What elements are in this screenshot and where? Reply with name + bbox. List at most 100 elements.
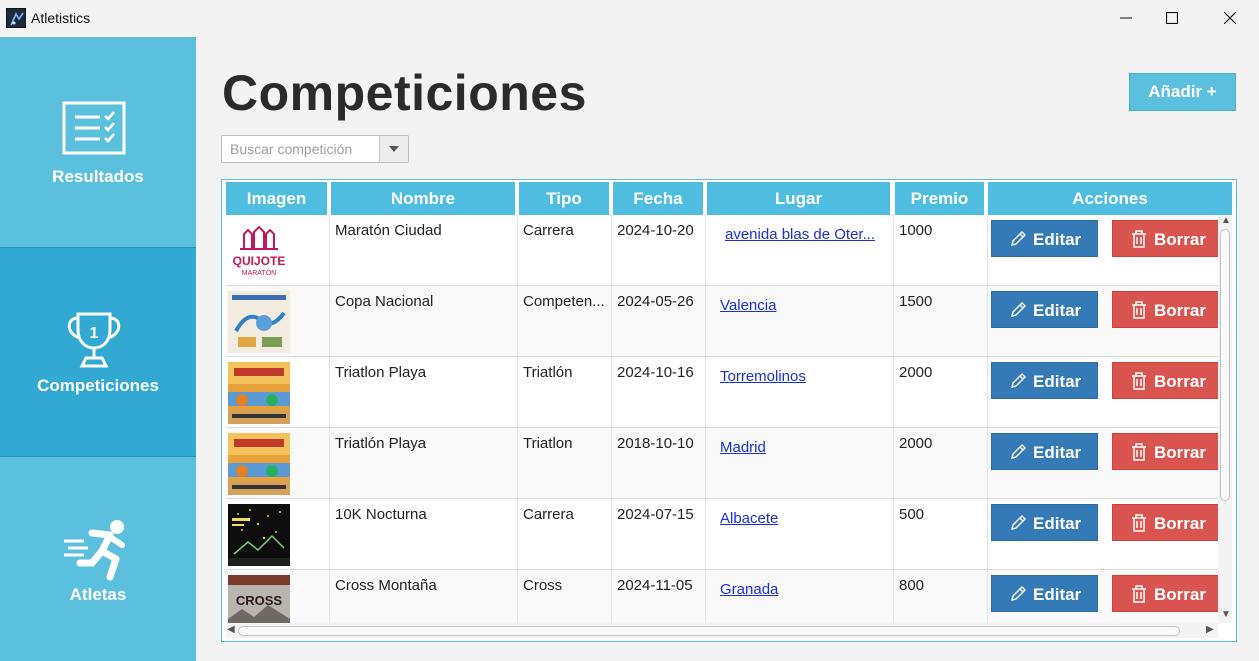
edit-button[interactable]: Editar — [991, 575, 1098, 612]
sidebar: Resultados 1 Competiciones Atletas — [0, 37, 196, 661]
svg-text:1: 1 — [90, 325, 99, 342]
trash-icon — [1132, 372, 1146, 390]
lugar-link[interactable]: Albacete — [720, 510, 778, 527]
lugar-cell: Albacete — [706, 499, 894, 569]
nombre-cell: Maratón Ciudad — [330, 215, 518, 285]
column-header-imagen[interactable]: Imagen — [226, 182, 327, 215]
delete-button[interactable]: Borrar — [1112, 575, 1218, 612]
pencil-icon — [1011, 302, 1026, 317]
competitions-table: Imagen Nombre Tipo Fecha Lugar Premio Ac… — [221, 179, 1237, 642]
fecha-cell: 2024-10-20 — [612, 215, 706, 285]
minimize-button[interactable] — [1103, 0, 1149, 37]
lugar-link[interactable]: Madrid — [720, 439, 766, 456]
premio-cell: 500 — [894, 499, 988, 569]
vertical-scroll-thumb[interactable] — [1220, 229, 1230, 501]
table-row[interactable]: QUIJOTE MARATÓN Maratón Ciudad Carrera 2… — [226, 215, 1218, 286]
nombre-cell: Copa Nacional — [330, 286, 518, 356]
edit-button[interactable]: Editar — [991, 504, 1098, 541]
lugar-link[interactable]: Valencia — [720, 297, 776, 314]
poster-text: MARATÓN — [242, 268, 276, 277]
trash-icon — [1132, 443, 1146, 461]
horizontal-scrollbar[interactable]: ◀ ▶ — [226, 623, 1218, 638]
fecha-cell: 2024-07-15 — [612, 499, 706, 569]
delete-label: Borrar — [1154, 230, 1206, 249]
delete-button[interactable]: Borrar — [1112, 433, 1218, 470]
column-header-fecha[interactable]: Fecha — [613, 182, 703, 215]
edit-button[interactable]: Editar — [991, 433, 1098, 470]
poster-image: QUIJOTE MARATÓN — [228, 220, 290, 282]
table-row[interactable]: Triatlón Playa Triatlon 2018-10-10 Madri… — [226, 428, 1218, 499]
search-input[interactable] — [222, 136, 380, 162]
column-header-nombre[interactable]: Nombre — [331, 182, 515, 215]
scroll-left-icon[interactable]: ◀ — [227, 624, 235, 635]
close-button[interactable] — [1207, 0, 1253, 37]
trash-icon — [1132, 585, 1146, 603]
scroll-right-icon[interactable]: ▶ — [1206, 624, 1214, 635]
chevron-down-icon — [389, 146, 399, 152]
fecha-cell: 2024-05-26 — [612, 286, 706, 356]
nombre-cell: Triatlón Playa — [330, 428, 518, 498]
sidebar-item-resultados[interactable]: Resultados — [0, 37, 196, 247]
pencil-icon — [1011, 231, 1026, 246]
delete-button[interactable]: Borrar — [1112, 504, 1218, 541]
delete-label: Borrar — [1154, 585, 1206, 604]
edit-label: Editar — [1033, 443, 1082, 462]
edit-label: Editar — [1033, 301, 1082, 320]
edit-button[interactable]: Editar — [991, 362, 1098, 399]
lugar-link[interactable]: Granada — [720, 581, 778, 598]
image-cell — [226, 286, 330, 356]
lugar-cell: avenida blas de Oter... — [706, 215, 894, 285]
delete-button[interactable]: Borrar — [1112, 220, 1218, 257]
sidebar-item-atletas[interactable]: Atletas — [0, 457, 196, 661]
premio-cell: 2000 — [894, 357, 988, 427]
trophy-icon: 1 — [67, 312, 121, 368]
edit-button[interactable]: Editar — [991, 291, 1098, 328]
column-header-lugar[interactable]: Lugar — [707, 182, 890, 215]
page-title: Competiciones — [222, 65, 587, 121]
nombre-cell: Triatlon Playa — [330, 357, 518, 427]
search-dropdown-button[interactable] — [379, 136, 408, 162]
scroll-up-icon[interactable]: ▲ — [1221, 215, 1231, 226]
table-row[interactable]: 10K Nocturna Carrera 2024-07-15 Albacete… — [226, 499, 1218, 570]
lugar-link[interactable]: Torremolinos — [720, 368, 806, 385]
lugar-link[interactable]: avenida blas de Oter... — [725, 226, 875, 243]
delete-button[interactable]: Borrar — [1112, 291, 1218, 328]
search-combobox[interactable] — [221, 135, 409, 163]
poster-image — [228, 291, 290, 353]
edit-button[interactable]: Editar — [991, 220, 1098, 257]
trash-icon — [1132, 230, 1146, 248]
lugar-cell: Torremolinos — [706, 357, 894, 427]
scroll-down-icon[interactable]: ▼ — [1221, 609, 1231, 620]
lugar-cell: Madrid — [706, 428, 894, 498]
window-title: Atletistics — [31, 10, 91, 26]
trash-icon — [1132, 514, 1146, 532]
fecha-cell: 2024-11-05 — [612, 570, 706, 623]
image-cell: CROSS — [226, 570, 330, 623]
maximize-button[interactable] — [1149, 0, 1195, 37]
tipo-cell: Carrera — [518, 215, 612, 285]
poster-image — [228, 433, 290, 495]
delete-button[interactable]: Borrar — [1112, 362, 1218, 399]
checklist-icon — [62, 101, 126, 155]
image-cell — [226, 357, 330, 427]
horizontal-scroll-thumb[interactable] — [238, 626, 1180, 636]
sidebar-item-competiciones[interactable]: 1 Competiciones — [0, 247, 196, 457]
table-row[interactable]: Copa Nacional Competen... 2024-05-26 Val… — [226, 286, 1218, 357]
table-row[interactable]: Triatlon Playa Triatlón 2024-10-16 Torre… — [226, 357, 1218, 428]
table-row[interactable]: CROSS Cross Montaña Cross 2024-11-05 Gra… — [226, 570, 1218, 623]
delete-label: Borrar — [1154, 301, 1206, 320]
column-header-acciones[interactable]: Acciones — [988, 182, 1232, 215]
image-cell — [226, 428, 330, 498]
pencil-icon — [1011, 515, 1026, 530]
column-header-tipo[interactable]: Tipo — [519, 182, 609, 215]
column-header-premio[interactable]: Premio — [895, 182, 984, 215]
sidebar-item-label: Atletas — [69, 585, 127, 604]
fecha-cell: 2024-10-16 — [612, 357, 706, 427]
tipo-cell: Triatlon — [518, 428, 612, 498]
edit-label: Editar — [1033, 230, 1082, 249]
vertical-scrollbar[interactable]: ▲ ▼ — [1218, 215, 1232, 623]
sidebar-item-label: Resultados — [52, 167, 144, 186]
add-competition-button[interactable]: Añadir + — [1129, 73, 1236, 111]
minimize-icon — [1120, 17, 1132, 19]
nombre-cell: Cross Montaña — [330, 570, 518, 623]
